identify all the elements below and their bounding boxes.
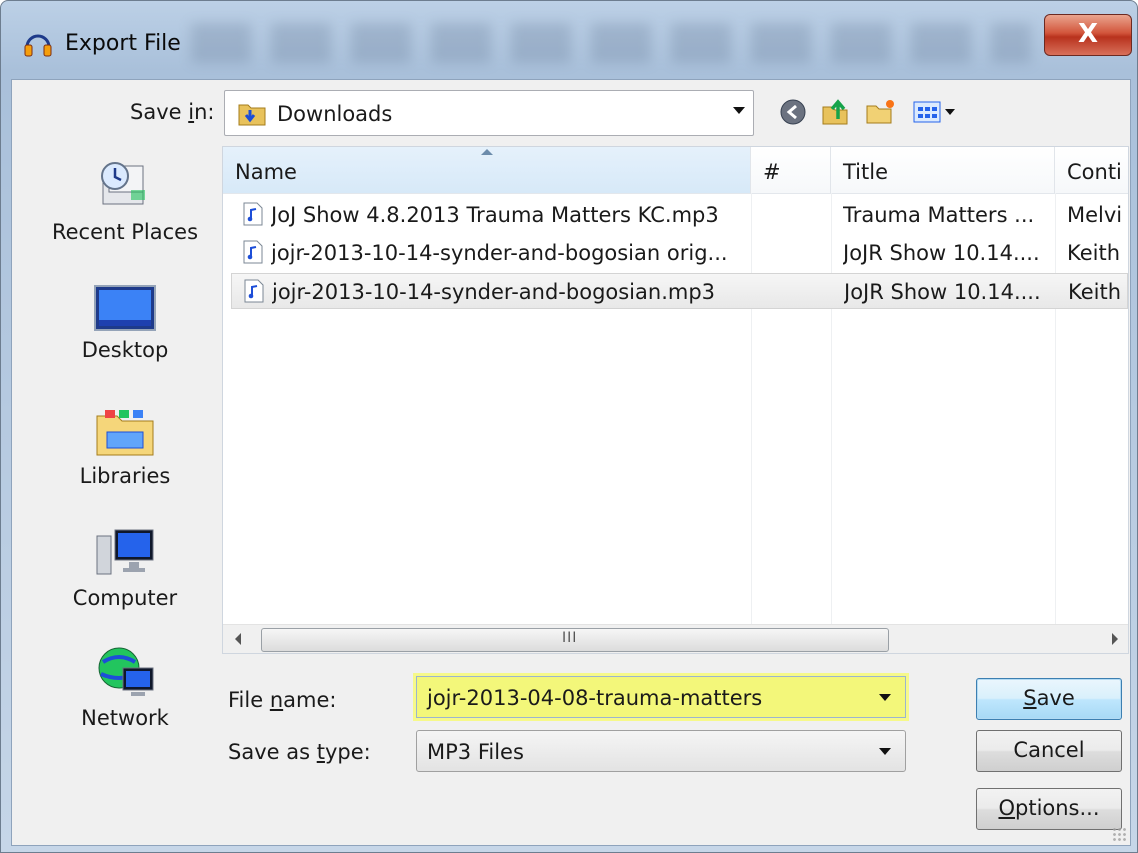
- options-button[interactable]: Options...: [976, 788, 1122, 830]
- file-title: JoJR Show 10.14....: [844, 280, 1041, 304]
- file-title: JoJR Show 10.14....: [843, 241, 1040, 265]
- new-folder-button[interactable]: [864, 96, 898, 128]
- column-header-contributor[interactable]: Conti: [1055, 147, 1128, 193]
- scrollbar-grip: III: [562, 630, 578, 646]
- window-title: Export File: [65, 31, 181, 56]
- audio-file-icon: [243, 202, 263, 226]
- file-title: Trauma Matters ...: [843, 203, 1035, 227]
- save-as-type-value: MP3 Files: [427, 740, 524, 764]
- place-label: Recent Places: [51, 220, 199, 244]
- export-file-dialog: Export File X Save in: Downloads Recent …: [0, 0, 1138, 853]
- scroll-left-icon[interactable]: [235, 633, 241, 645]
- place-label: Desktop: [81, 338, 169, 362]
- place-network[interactable]: Network: [30, 642, 220, 730]
- place-computer[interactable]: Computer: [30, 526, 220, 610]
- file-name: jojr-2013-10-14-synder-and-bogosian orig…: [271, 241, 728, 265]
- place-label: Libraries: [79, 464, 171, 488]
- save-as-type-label: Save as type:: [228, 740, 371, 764]
- blurred-background: [191, 23, 1031, 63]
- column-header-name[interactable]: Name: [223, 147, 751, 193]
- column-header-title[interactable]: Title: [831, 147, 1055, 193]
- scroll-right-icon[interactable]: [1112, 633, 1118, 645]
- up-folder-icon: [822, 99, 848, 125]
- save-in-value: Downloads: [277, 102, 393, 126]
- back-icon: [780, 99, 806, 125]
- audio-file-icon: [243, 240, 263, 264]
- file-list[interactable]: Name # Title Conti JoJ Show 4.8.2013 Tra…: [222, 146, 1129, 654]
- close-button[interactable]: X: [1044, 14, 1132, 56]
- place-desktop[interactable]: Desktop: [30, 282, 220, 362]
- chevron-down-icon[interactable]: [879, 694, 891, 701]
- new-folder-icon: [866, 100, 894, 124]
- audio-file-icon: [244, 279, 264, 303]
- place-recent-places[interactable]: Recent Places: [30, 156, 220, 244]
- file-row[interactable]: JoJ Show 4.8.2013 Trauma Matters KC.mp3 …: [231, 197, 1128, 233]
- resize-grip-icon[interactable]: [1112, 827, 1126, 841]
- view-menu-button[interactable]: [910, 96, 960, 128]
- sort-ascending-icon: [481, 149, 493, 155]
- up-one-level-button[interactable]: [818, 96, 852, 128]
- chevron-down-icon[interactable]: [879, 748, 891, 755]
- column-header-track[interactable]: #: [751, 147, 831, 193]
- file-name: JoJ Show 4.8.2013 Trauma Matters KC.mp3: [271, 203, 719, 227]
- network-icon: [98, 647, 154, 696]
- downloads-folder-icon: [238, 104, 266, 126]
- libraries-icon: [96, 410, 154, 456]
- file-row-selected[interactable]: jojr-2013-10-14-synder-and-bogosian.mp3 …: [231, 273, 1128, 309]
- save-in-label: Save in:: [130, 100, 215, 124]
- file-contributor: Melvi: [1067, 203, 1123, 227]
- place-label: Network: [81, 706, 169, 730]
- back-button[interactable]: [776, 96, 810, 128]
- file-contributor: Keith: [1068, 280, 1122, 304]
- file-name: jojr-2013-10-14-synder-and-bogosian.mp3: [272, 280, 716, 304]
- place-libraries[interactable]: Libraries: [30, 404, 220, 488]
- file-name-value: jojr-2013-04-08-trauma-matters: [427, 686, 763, 710]
- title-bar[interactable]: Export File X: [1, 1, 1137, 81]
- save-button[interactable]: Save: [976, 678, 1122, 720]
- horizontal-scrollbar[interactable]: III: [223, 624, 1128, 653]
- scrollbar-thumb[interactable]: III: [261, 628, 889, 652]
- column-header-row: Name # Title Conti: [223, 147, 1128, 194]
- view-menu-icon: [913, 101, 955, 123]
- file-name-input[interactable]: jojr-2013-04-08-trauma-matters: [416, 676, 906, 718]
- headphones-icon: [24, 34, 52, 57]
- file-row[interactable]: jojr-2013-10-14-synder-and-bogosian orig…: [231, 235, 1128, 271]
- cancel-button[interactable]: Cancel: [976, 730, 1122, 772]
- place-label: Computer: [72, 586, 178, 610]
- computer-icon: [96, 529, 154, 575]
- file-name-label: File name:: [228, 688, 337, 712]
- dialog-body: Save in: Downloads Recent Places Desktop…: [11, 79, 1131, 846]
- places-bar: Recent Places Desktop Libraries Computer…: [30, 142, 220, 827]
- chevron-down-icon[interactable]: [733, 107, 745, 114]
- recent-places-icon: [101, 162, 145, 205]
- desktop-icon: [94, 285, 156, 331]
- save-as-type-dropdown[interactable]: MP3 Files: [416, 730, 906, 772]
- save-in-dropdown[interactable]: Downloads: [224, 90, 754, 136]
- file-contributor: Keith: [1067, 241, 1121, 265]
